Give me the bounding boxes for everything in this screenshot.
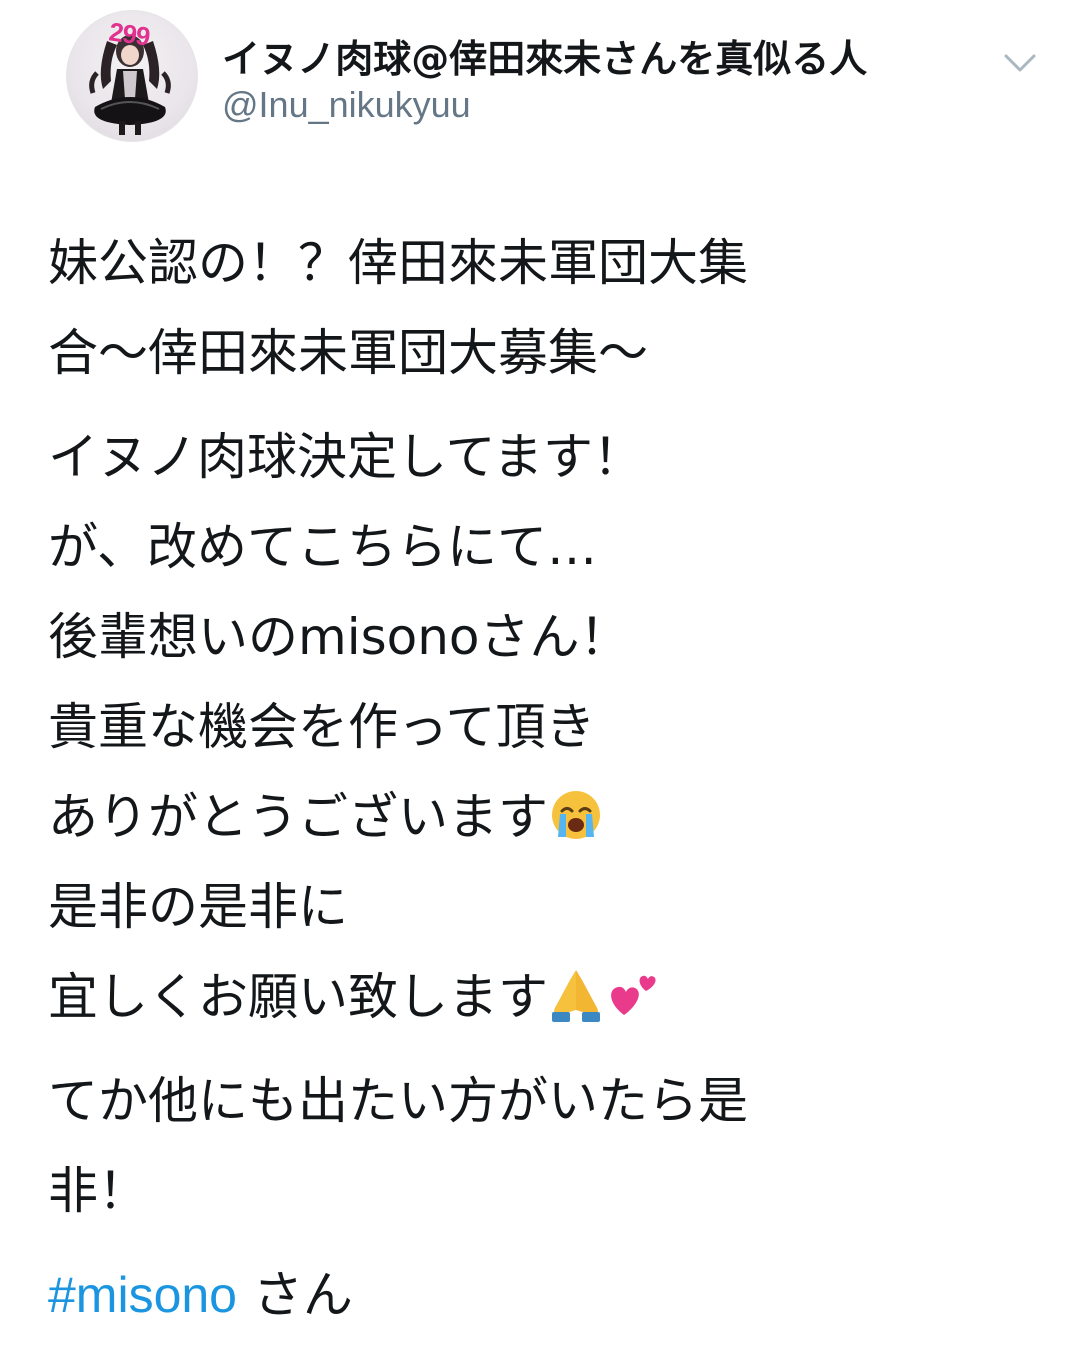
tweet-paragraph-1: 妹公認の！？倖田來未軍団大集 合〜倖田來未軍団大募集〜 xyxy=(48,218,1048,398)
chevron-down-icon[interactable] xyxy=(1000,44,1040,80)
tweet-line: 非！ xyxy=(48,1162,148,1220)
username[interactable]: @Inu_nikukyuu xyxy=(222,84,471,126)
tweet-paragraph-2: イヌノ肉球決定してます！ が、改めてこちらにて… 後輩想いのmisonoさん！ … xyxy=(48,412,1048,1042)
hashtag-suffix: さん xyxy=(237,1266,353,1324)
tweet-line: 貴重な機会を作って頂き xyxy=(48,698,596,756)
tweet-line: イヌノ肉球決定してます！ xyxy=(48,428,643,486)
tweet-line: 合〜倖田來未軍団大募集〜 xyxy=(48,324,648,382)
avatar[interactable]: 299 xyxy=(66,10,198,142)
hashtag-line: #misono さん xyxy=(48,1250,1048,1340)
tweet-text: 妹公認の！？倖田來未軍団大集 合〜倖田來未軍団大募集〜 イヌノ肉球決定してます！… xyxy=(48,218,1048,1340)
hashtag-link[interactable]: #misono xyxy=(48,1267,237,1323)
tweet-line: 後輩想いのmisonoさん！ xyxy=(48,608,630,666)
tweet-header: 299 イヌノ肉球@倖田來未さんを真似る人 @Inu_nikukyuu xyxy=(0,0,1080,170)
tweet-line: てか他にも出たい方がいたら是 xyxy=(48,1072,748,1130)
tweet-paragraph-4: #misono さん xyxy=(48,1250,1048,1340)
avatar-badge: 299 xyxy=(107,16,152,52)
tweet-line: が、改めてこちらにて… xyxy=(48,518,597,576)
tweet-line: 妹公認の！？倖田來未軍団大集 xyxy=(48,234,748,292)
tweet-paragraph-3: てか他にも出たい方がいたら是 非！ xyxy=(48,1056,1048,1236)
tweet-line-with-emoji: ありがとうございます xyxy=(48,772,1048,862)
tweet-line-with-emoji: 宜しくお願い致します xyxy=(48,952,1048,1042)
two-hearts-icon xyxy=(604,967,660,1023)
tweet-line: 是非の是非に xyxy=(48,878,348,936)
tweet-line-text: ありがとうございます xyxy=(48,788,548,846)
display-name[interactable]: イヌノ肉球@倖田來未さんを真似る人 xyxy=(222,28,867,83)
folded-hands-icon xyxy=(548,966,604,1024)
tweet-line-text: 宜しくお願い致します xyxy=(48,968,548,1026)
tweet: 299 イヌノ肉球@倖田來未さんを真似る人 @Inu_nikukyuu 妹公認の… xyxy=(0,0,1080,1350)
loudly-crying-face-icon xyxy=(548,787,604,843)
